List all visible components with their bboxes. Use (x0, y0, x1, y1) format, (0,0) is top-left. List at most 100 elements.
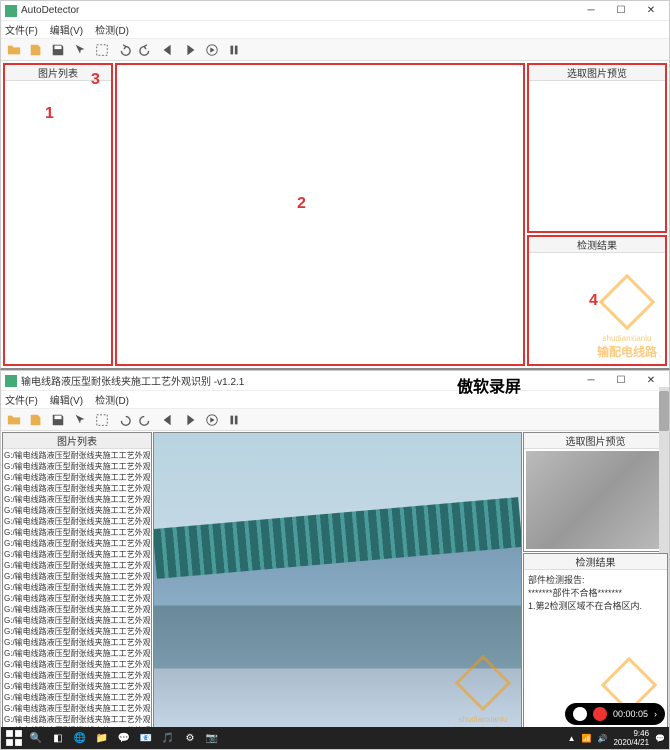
taskbar-app-icon[interactable]: 🌐 (71, 729, 89, 747)
start-button[interactable] (5, 729, 23, 747)
annotation-4: 4 (589, 292, 598, 310)
list-item[interactable]: G:/输电线路液压型耐张线夹施工工艺外观识别方法研究与自动识别工具 (4, 637, 150, 648)
recorder-controls[interactable]: 00:00:05 › (565, 703, 665, 725)
next-icon[interactable] (181, 41, 199, 59)
preview-image[interactable] (526, 451, 665, 549)
content-area: 图片列表 1 2 选取图片预览 3 检测结果 4 shudianxianlu 输… (1, 61, 669, 368)
list-item[interactable]: G:/输电线路液压型耐张线夹施工工艺外观识别方法研究与自动识别工具 (4, 604, 150, 615)
list-item[interactable]: G:/输电线路液压型耐张线夹施工工艺外观识别方法研究与自动识别工具 (4, 626, 150, 637)
menu-file[interactable]: 文件(F) (5, 22, 38, 37)
taskbar-app-icon[interactable]: 📷 (203, 729, 221, 747)
clock-date[interactable]: 2020/4/21 (613, 738, 649, 747)
prev-icon[interactable] (159, 411, 177, 429)
task-view-icon[interactable]: ◧ (49, 729, 67, 747)
record-expand-icon[interactable]: › (654, 709, 657, 719)
app-window-2: 输电线路液压型耐张线夹施工工艺外观识别 -v1.2.1 ─ ☐ ✕ 文件(F) … (0, 370, 670, 750)
open-file-icon[interactable] (27, 411, 45, 429)
menu-edit[interactable]: 编辑(V) (50, 392, 83, 407)
menu-edit[interactable]: 编辑(V) (50, 22, 83, 37)
prev-icon[interactable] (159, 41, 177, 59)
list-item[interactable]: G:/输电线路液压型耐张线夹施工工艺外观识别方法研究与自动识别工具 (4, 703, 150, 714)
list-item[interactable]: G:/输电线路液压型耐张线夹施工工艺外观识别方法研究与自动识别工具 (4, 648, 150, 659)
play-icon[interactable] (203, 41, 221, 59)
tray-icon[interactable]: ▲ (568, 734, 576, 743)
list-item[interactable]: G:/输电线路液压型耐张线夹施工工艺外观识别方法研究与自动识别工具 (4, 483, 150, 494)
select-icon[interactable] (93, 411, 111, 429)
close-button[interactable]: ✕ (637, 2, 665, 20)
list-item[interactable]: G:/输电线路液压型耐张线夹施工工艺外观识别方法研究与自动识别工具 (4, 659, 150, 670)
list-item[interactable]: G:/输电线路液压型耐张线夹施工工艺外观识别方法研究与自动识别工具 (4, 549, 150, 560)
list-item[interactable]: G:/输电线路液压型耐张线夹施工工艺外观识别方法研究与自动识别工具 (4, 538, 150, 549)
redo-icon[interactable] (137, 411, 155, 429)
list-item[interactable]: G:/输电线路液压型耐张线夹施工工艺外观识别方法研究与自动识别工具 (4, 692, 150, 703)
right-column: 选取图片预览 3 检测结果 4 shudianxianlu 输配电线路 (527, 63, 667, 366)
open-file-icon[interactable] (27, 41, 45, 59)
list-item[interactable]: G:/输电线路液压型耐张线夹施工工艺外观识别方法研究与自动识别工具 (4, 516, 150, 527)
open-folder-icon[interactable] (5, 411, 23, 429)
preview-panel: 选取图片预览 (523, 432, 668, 552)
minimize-button[interactable]: ─ (577, 372, 605, 390)
redo-icon[interactable] (137, 41, 155, 59)
taskbar-app-icon[interactable]: 🎵 (159, 729, 177, 747)
pause-icon[interactable] (225, 41, 243, 59)
main-image-view[interactable]: shudianxianlu 输配电线路 (153, 432, 522, 748)
list-item[interactable]: G:/输电线路液压型耐张线夹施工工艺外观识别方法研究与自动识别工具 (4, 505, 150, 516)
cursor-icon[interactable] (71, 41, 89, 59)
notification-icon[interactable]: 💬 (655, 734, 665, 743)
save-icon[interactable] (49, 411, 67, 429)
minimize-button[interactable]: ─ (577, 2, 605, 20)
menubar: 文件(F) 编辑(V) 检测(D) (1, 391, 669, 409)
play-icon[interactable] (203, 411, 221, 429)
taskbar-app-icon[interactable]: 📧 (137, 729, 155, 747)
record-pause-button[interactable] (573, 707, 587, 721)
record-stop-button[interactable] (593, 707, 607, 721)
list-item[interactable]: G:/输电线路液压型耐张线夹施工工艺外观识别方法研究与自动识别工具 (4, 494, 150, 505)
list-item[interactable]: G:/输电线路液压型耐张线夹施工工艺外观识别方法研究与自动识别工具 (4, 670, 150, 681)
save-icon[interactable] (49, 41, 67, 59)
network-icon[interactable]: 📶 (582, 734, 592, 743)
image-list-header: 图片列表 (3, 433, 151, 449)
app-icon (5, 375, 17, 387)
select-icon[interactable] (93, 41, 111, 59)
cursor-icon[interactable] (71, 411, 89, 429)
volume-icon[interactable]: 🔊 (597, 734, 607, 743)
next-icon[interactable] (181, 411, 199, 429)
taskbar-app-icon[interactable]: 📁 (93, 729, 111, 747)
taskbar-app-icon[interactable]: ⚙ (181, 729, 199, 747)
pause-icon[interactable] (225, 411, 243, 429)
undo-icon[interactable] (115, 41, 133, 59)
annotation-2: 2 (297, 195, 306, 213)
list-item[interactable]: G:/输电线路液压型耐张线夹施工工艺外观识别方法研究与自动识别工具 (4, 571, 150, 582)
list-item[interactable]: G:/输电线路液压型耐张线夹施工工艺外观识别方法研究与自动识别工具 (4, 472, 150, 483)
maximize-button[interactable]: ☐ (607, 372, 635, 390)
taskbar-app-icon[interactable]: 💬 (115, 729, 133, 747)
list-item[interactable]: G:/输电线路液压型耐张线夹施工工艺外观识别方法研究与自动识别工具 (4, 582, 150, 593)
undo-icon[interactable] (115, 411, 133, 429)
titlebar[interactable]: 输电线路液压型耐张线夹施工工艺外观识别 -v1.2.1 ─ ☐ ✕ (1, 371, 669, 391)
menu-detect[interactable]: 检测(D) (95, 22, 129, 37)
list-item[interactable]: G:/输电线路液压型耐张线夹施工工艺外观识别方法研究与自动识别工具 (4, 461, 150, 472)
taskbar[interactable]: 🔍 ◧ 🌐 📁 💬 📧 🎵 ⚙ 📷 ▲ 📶 🔊 9:46 2020/4/21 💬 (1, 727, 669, 749)
open-folder-icon[interactable] (5, 41, 23, 59)
preview-panel: 选取图片预览 3 (527, 63, 667, 233)
list-item[interactable]: G:/输电线路液压型耐张线夹施工工艺外观识别方法研究与自动识别工具 (4, 527, 150, 538)
list-item[interactable]: G:/输电线路液压型耐张线夹施工工艺外观识别方法研究与自动识别工具 (4, 681, 150, 692)
search-icon[interactable]: 🔍 (27, 729, 45, 747)
app-icon (5, 5, 17, 17)
menubar: 文件(F) 编辑(V) 检测(D) (1, 21, 669, 39)
menu-detect[interactable]: 检测(D) (95, 392, 129, 407)
maximize-button[interactable]: ☐ (607, 2, 635, 20)
list-item[interactable]: G:/输电线路液压型耐张线夹施工工艺外观识别方法研究与自动识别工具 (4, 615, 150, 626)
list-item[interactable]: G:/输电线路液压型耐张线夹施工工艺外观识别方法研究与自动识别工具 (4, 714, 150, 725)
list-item[interactable]: G:/输电线路液压型耐张线夹施工工艺外观识别方法研究与自动识别工具 (4, 560, 150, 571)
titlebar[interactable]: AutoDetector ─ ☐ ✕ (1, 1, 669, 21)
watermark-pinyin: shudianxianlu (597, 334, 657, 343)
list-item[interactable]: G:/输电线路液压型耐张线夹施工工艺外观识别方法研究与自动识别工具 (4, 450, 150, 461)
main-view-panel[interactable]: 2 (115, 63, 525, 366)
system-tray[interactable]: ▲ 📶 🔊 9:46 2020/4/21 💬 (568, 729, 665, 747)
file-list[interactable]: G:/输电线路液压型耐张线夹施工工艺外观识别方法研究与自动识别工具G:/输电线路… (3, 449, 151, 747)
menu-file[interactable]: 文件(F) (5, 392, 38, 407)
result-header: 检测结果 (524, 554, 667, 570)
clock-time[interactable]: 9:46 (613, 729, 649, 738)
list-item[interactable]: G:/输电线路液压型耐张线夹施工工艺外观识别方法研究与自动识别工具 (4, 593, 150, 604)
